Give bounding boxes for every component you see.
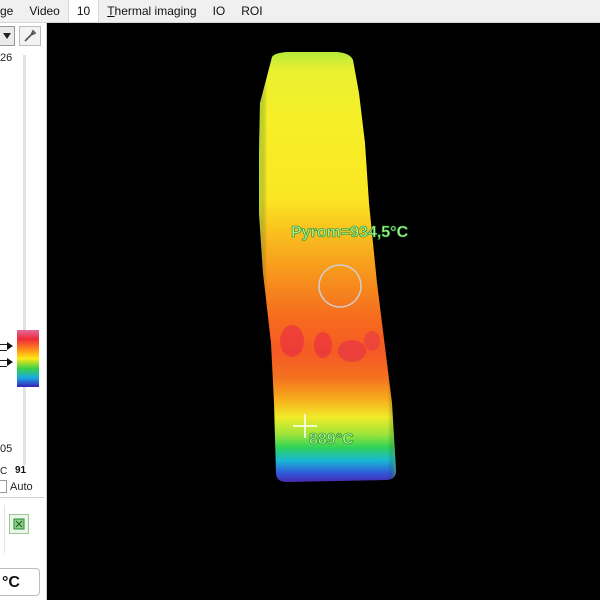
scale-min-label: 05: [0, 443, 13, 455]
menu-thermal-imaging[interactable]: Thermal imaging: [99, 0, 204, 22]
menu-video[interactable]: Video: [21, 0, 67, 22]
menu-roi[interactable]: ROI: [233, 0, 270, 22]
menu-thermal-imaging-rest: hermal imaging: [114, 4, 197, 18]
auto-label: Auto: [10, 481, 33, 493]
pyrometer-label: Pyrom=934,5°C: [291, 224, 409, 241]
lower-limit-marker[interactable]: [7, 358, 13, 366]
temperature-unit-box: °C: [0, 568, 40, 596]
auto-checkbox[interactable]: [0, 480, 7, 493]
menu-bar: ge Video 10 Thermal imaging IO ROI: [0, 0, 600, 23]
fit-view-button[interactable]: [9, 514, 29, 534]
wrench-icon: [24, 29, 37, 42]
left-panel: 26 05 C 91 Auto °C: [0, 23, 47, 600]
thermal-image: Pyrom=934,5°C 889°C: [259, 52, 409, 482]
spot-temperature-label: 889°C: [309, 431, 354, 448]
settings-tool-button[interactable]: [19, 26, 41, 46]
object-edge-glow: [259, 52, 396, 482]
unit-fragment: C: [0, 466, 8, 477]
upper-limit-tick: [0, 344, 7, 351]
upper-limit-marker[interactable]: [7, 342, 13, 350]
panel-divider: [4, 505, 5, 553]
scale-slider-track[interactable]: [23, 55, 26, 465]
menu-io[interactable]: IO: [205, 0, 234, 22]
palette-dropdown[interactable]: [0, 26, 15, 46]
emissivity-value: 91: [15, 465, 27, 476]
separator: [0, 497, 44, 498]
fit-view-icon: [13, 518, 25, 530]
color-scale-bar: [17, 330, 39, 387]
lower-limit-tick: [0, 360, 7, 367]
menu-thermal-imaging-mnemonic: T: [107, 4, 115, 18]
dropdown-arrow-icon: [3, 33, 11, 39]
scale-max-label: 26: [0, 52, 13, 64]
menu-10[interactable]: 10: [67, 0, 100, 22]
thermal-image-view[interactable]: Pyrom=934,5°C 889°C: [47, 23, 600, 600]
menu-image[interactable]: ge: [0, 0, 21, 22]
